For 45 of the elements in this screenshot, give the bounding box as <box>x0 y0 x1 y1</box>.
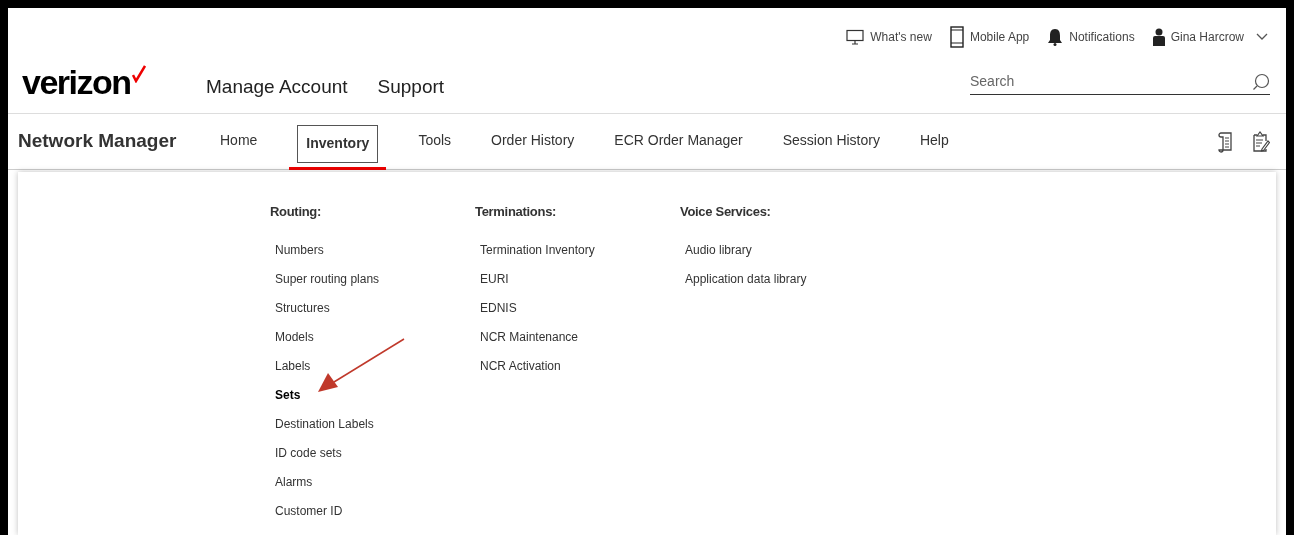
monitor-icon <box>846 29 865 45</box>
menu-item[interactable]: Termination Inventory <box>480 241 595 271</box>
nav-tab[interactable]: Order History <box>491 121 575 160</box>
menu-item[interactable]: Super routing plans <box>275 270 380 300</box>
checkmark-icon <box>131 65 146 83</box>
search-icon[interactable] <box>1252 72 1270 91</box>
nav-tab[interactable]: ECR Order Manager <box>614 121 743 160</box>
menu-item[interactable]: ID code sets <box>275 444 342 474</box>
menu-heading: Routing: <box>270 203 323 221</box>
logo-wordmark: verizon <box>22 65 131 99</box>
menu-item[interactable]: Models <box>275 328 314 358</box>
menu-item[interactable]: Application data library <box>685 270 807 300</box>
utility-link[interactable]: What's new <box>870 28 932 46</box>
menu-item[interactable]: Alarms <box>275 473 313 503</box>
menu-item[interactable]: EDNIS <box>480 299 517 329</box>
app-title: Network Manager <box>18 129 178 154</box>
user-icon <box>1152 28 1165 46</box>
menu-item[interactable]: Customer ID <box>275 502 343 532</box>
menu-item[interactable]: Structures <box>275 299 330 329</box>
menu-item[interactable]: EURI <box>480 270 509 300</box>
phone-icon <box>949 26 964 48</box>
menu-item[interactable]: NCR Maintenance <box>480 328 579 358</box>
nav-tab[interactable]: Session History <box>782 121 880 160</box>
menu-item[interactable]: Destination Labels <box>275 415 374 445</box>
utility-link[interactable]: Mobile App <box>969 28 1030 46</box>
menu-item[interactable]: Audio library <box>685 241 752 271</box>
nav-tab[interactable]: Home <box>220 121 258 160</box>
nav-tab[interactable]: Tools <box>418 121 452 160</box>
scroll-icon[interactable] <box>1218 130 1234 153</box>
user-name[interactable]: Gina Harcrow <box>1170 28 1244 46</box>
search-field[interactable]: Search <box>970 71 1252 92</box>
menu-item[interactable]: Labels <box>275 357 311 387</box>
chevron-down-icon[interactable] <box>1256 33 1268 41</box>
nav-link[interactable]: Support <box>377 72 445 101</box>
utility-link[interactable]: Notifications <box>1069 28 1135 46</box>
menu-heading: Terminations: <box>475 203 558 221</box>
menu-item[interactable]: NCR Activation <box>480 357 561 387</box>
nav-tab[interactable]: Inventory <box>297 124 379 163</box>
bell-icon <box>1047 28 1064 46</box>
menu-item[interactable]: Sets <box>275 386 301 416</box>
clipboard-edit-icon[interactable] <box>1252 130 1270 153</box>
menu-heading: Voice Services: <box>680 203 772 221</box>
nav-tab[interactable]: Help <box>919 121 949 160</box>
nav-link[interactable]: Manage Account <box>206 72 348 101</box>
menu-item[interactable]: Numbers <box>275 241 324 271</box>
